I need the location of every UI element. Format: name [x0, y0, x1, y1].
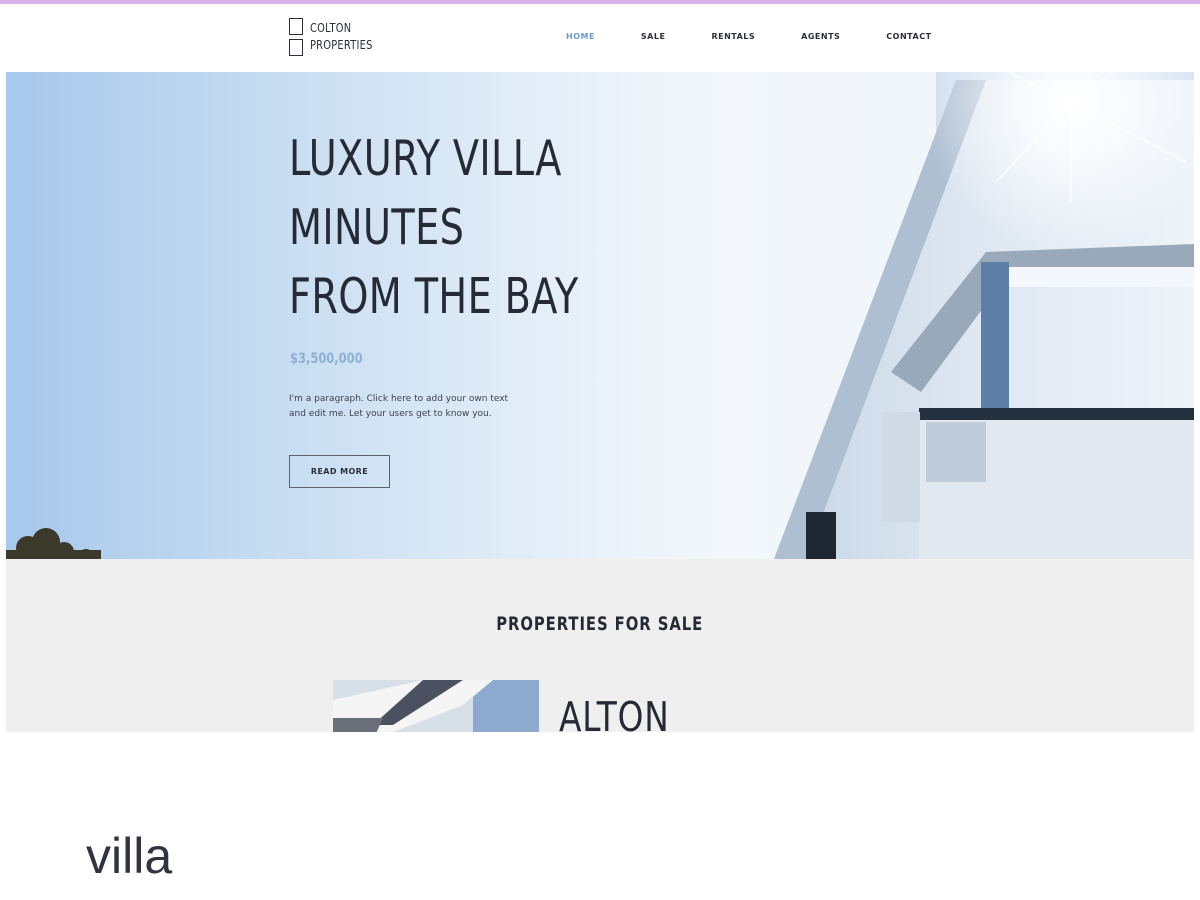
hero-paragraph: I'm a paragraph. Click here to add your …	[289, 392, 549, 422]
hero-price: $3,500,000	[290, 351, 363, 367]
hero-building-image	[6, 72, 1194, 559]
site-logo[interactable]: COLTON PROPERTIES	[289, 18, 399, 58]
hero-banner: LUXURY VILLA MINUTES FROM THE BAY $3,500…	[6, 72, 1194, 559]
nav-item-agents[interactable]: AGENTS	[801, 32, 840, 46]
properties-section-title-text: PROPERTIES FOR SALE	[496, 613, 704, 635]
properties-section: PROPERTIES FOR SALE ALTON	[6, 559, 1194, 732]
nav-item-sale[interactable]: SALE	[641, 32, 666, 46]
property-card-title[interactable]: ALTON	[559, 693, 670, 732]
main-nav: HOME SALE RENTALS AGENTS CONTACT	[566, 32, 978, 46]
website-preview: COLTON PROPERTIES HOME SALE RENTALS AGEN…	[6, 4, 1194, 732]
hero-paragraph-line-1: I'm a paragraph. Click here to add your …	[289, 394, 509, 404]
hero-title: LUXURY VILLA MINUTES FROM THE BAY	[289, 124, 579, 331]
site-header: COLTON PROPERTIES HOME SALE RENTALS AGEN…	[6, 4, 1194, 72]
logo-line-2: PROPERTIES	[310, 38, 373, 52]
properties-section-title: PROPERTIES FOR SALE	[6, 613, 1194, 635]
hero-paragraph-line-2: and edit me. Let your users get to know …	[289, 409, 492, 419]
hero-title-line-3: FROM THE BAY	[289, 268, 579, 325]
logo-text: COLTON PROPERTIES	[310, 20, 373, 54]
image-caption: villa	[86, 828, 173, 884]
logo-mark-icon	[289, 18, 303, 56]
hero-title-line-2: MINUTES	[289, 199, 465, 256]
nav-item-home[interactable]: HOME	[566, 32, 595, 46]
read-more-button[interactable]: READ MORE	[289, 455, 390, 488]
hero-title-line-1: LUXURY VILLA	[289, 130, 562, 187]
logo-line-1: COLTON	[310, 21, 352, 35]
nav-item-contact[interactable]: CONTACT	[886, 32, 931, 46]
nav-item-rentals[interactable]: RENTALS	[711, 32, 755, 46]
property-card-image[interactable]	[333, 680, 539, 732]
